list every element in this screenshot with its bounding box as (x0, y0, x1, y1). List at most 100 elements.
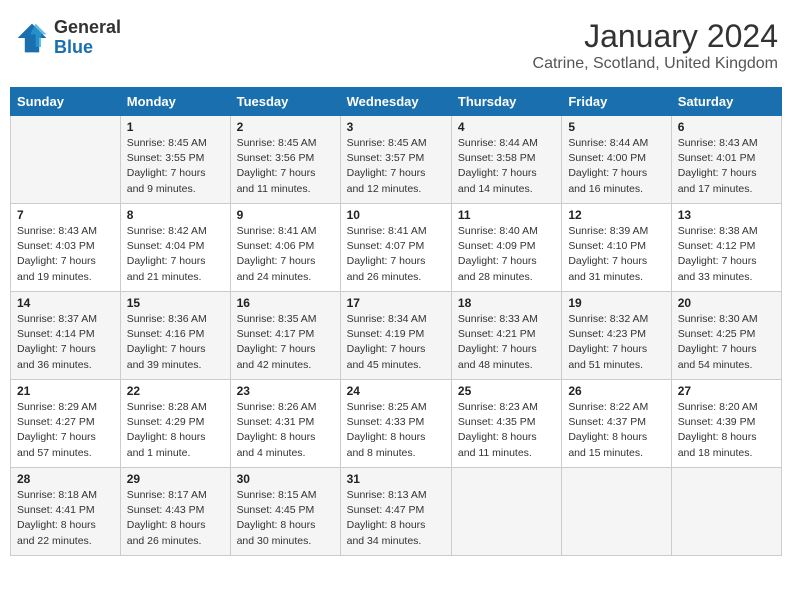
calendar-table: SundayMondayTuesdayWednesdayThursdayFrid… (10, 87, 782, 556)
day-info: Sunrise: 8:29 AMSunset: 4:27 PMDaylight:… (17, 400, 114, 461)
day-info: Sunrise: 8:15 AMSunset: 4:45 PMDaylight:… (237, 488, 334, 549)
day-info: Sunrise: 8:18 AMSunset: 4:41 PMDaylight:… (17, 488, 114, 549)
day-number: 26 (568, 384, 664, 398)
day-number: 3 (347, 120, 445, 134)
day-number: 23 (237, 384, 334, 398)
calendar-cell: 26Sunrise: 8:22 AMSunset: 4:37 PMDayligh… (562, 380, 671, 468)
day-info: Sunrise: 8:35 AMSunset: 4:17 PMDaylight:… (237, 312, 334, 373)
calendar-cell: 17 Sunrise: 8:34 AMSunset: 4:19 PMDayligh… (340, 292, 451, 380)
day-info: Sunrise: 8:20 AMSunset: 4:39 PMDaylight:… (678, 400, 775, 461)
calendar-cell: 16 Sunrise: 8:35 AMSunset: 4:17 PMDayligh… (230, 292, 340, 380)
day-number: 15 (127, 296, 224, 310)
day-info: Sunrise: 8:25 AMSunset: 4:33 PMDaylight:… (347, 400, 445, 461)
day-info: Sunrise: 8:43 AMSunset: 4:01 PMDaylight:… (678, 136, 775, 197)
day-number: 4 (458, 120, 555, 134)
day-info: Sunrise: 8:36 AMSunset: 4:16 PMDaylight:… (127, 312, 224, 373)
day-info: Sunrise: 8:43 AMSunset: 4:03 PMDaylight:… (17, 224, 114, 285)
day-info: Sunrise: 8:41 AMSunset: 4:07 PMDaylight:… (347, 224, 445, 285)
day-number: 22 (127, 384, 224, 398)
title-section: January 2024 Catrine, Scotland, United K… (533, 18, 778, 73)
calendar-cell: 9 Sunrise: 8:41 AMSunset: 4:06 PMDaylight… (230, 204, 340, 292)
day-number: 27 (678, 384, 775, 398)
day-info: Sunrise: 8:34 AMSunset: 4:19 PMDaylight:… (347, 312, 445, 373)
day-info: Sunrise: 8:28 AMSunset: 4:29 PMDaylight:… (127, 400, 224, 461)
day-info: Sunrise: 8:32 AMSunset: 4:23 PMDaylight:… (568, 312, 664, 373)
day-number: 24 (347, 384, 445, 398)
day-number: 10 (347, 208, 445, 222)
calendar-cell: 7 Sunrise: 8:43 AMSunset: 4:03 PMDaylight… (11, 204, 121, 292)
calendar-cell: 24 Sunrise: 8:25 AMSunset: 4:33 PMDayligh… (340, 380, 451, 468)
day-number: 18 (458, 296, 555, 310)
calendar-cell: 27 Sunrise: 8:20 AMSunset: 4:39 PMDayligh… (671, 380, 781, 468)
day-info: Sunrise: 8:39 AMSunset: 4:10 PMDaylight:… (568, 224, 664, 285)
calendar-cell: 20Sunrise: 8:30 AMSunset: 4:25 PMDayligh… (671, 292, 781, 380)
day-number: 12 (568, 208, 664, 222)
calendar-cell: 22 Sunrise: 8:28 AMSunset: 4:29 PMDayligh… (120, 380, 230, 468)
day-info: Sunrise: 8:30 AMSunset: 4:25 PMDaylight:… (678, 312, 775, 373)
calendar-cell: 29Sunrise: 8:17 AMSunset: 4:43 PMDayligh… (120, 468, 230, 556)
calendar-cell (562, 468, 671, 556)
logo-blue-text: Blue (54, 38, 121, 58)
calendar-cell: 30 Sunrise: 8:15 AMSunset: 4:45 PMDayligh… (230, 468, 340, 556)
calendar-cell: 2Sunrise: 8:45 AMSunset: 3:56 PMDaylight… (230, 116, 340, 204)
day-info: Sunrise: 8:42 AMSunset: 4:04 PMDaylight:… (127, 224, 224, 285)
day-number: 17 (347, 296, 445, 310)
day-info: Sunrise: 8:23 AMSunset: 4:35 PMDaylight:… (458, 400, 555, 461)
header-day-saturday: Saturday (671, 88, 781, 116)
day-number: 6 (678, 120, 775, 134)
calendar-cell: 8Sunrise: 8:42 AMSunset: 4:04 PMDaylight… (120, 204, 230, 292)
week-row-4: 21 Sunrise: 8:29 AMSunset: 4:27 PMDayligh… (11, 380, 782, 468)
calendar-cell: 1Sunrise: 8:45 AMSunset: 3:55 PMDaylight… (120, 116, 230, 204)
calendar-cell: 13 Sunrise: 8:38 AMSunset: 4:12 PMDayligh… (671, 204, 781, 292)
logo-text: General Blue (54, 18, 121, 58)
day-number: 13 (678, 208, 775, 222)
day-number: 29 (127, 472, 224, 486)
header-row: SundayMondayTuesdayWednesdayThursdayFrid… (11, 88, 782, 116)
day-number: 16 (237, 296, 334, 310)
page-header: General Blue January 2024 Catrine, Scotl… (10, 10, 782, 81)
header-day-tuesday: Tuesday (230, 88, 340, 116)
logo: General Blue (14, 18, 121, 58)
header-day-sunday: Sunday (11, 88, 121, 116)
calendar-cell: 25 Sunrise: 8:23 AMSunset: 4:35 PMDayligh… (451, 380, 561, 468)
calendar-body: 1Sunrise: 8:45 AMSunset: 3:55 PMDaylight… (11, 116, 782, 556)
week-row-2: 7 Sunrise: 8:43 AMSunset: 4:03 PMDaylight… (11, 204, 782, 292)
day-number: 9 (237, 208, 334, 222)
calendar-cell: 31 Sunrise: 8:13 AMSunset: 4:47 PMDayligh… (340, 468, 451, 556)
week-row-5: 28 Sunrise: 8:18 AMSunset: 4:41 PMDayligh… (11, 468, 782, 556)
day-info: Sunrise: 8:38 AMSunset: 4:12 PMDaylight:… (678, 224, 775, 285)
calendar-cell: 10 Sunrise: 8:41 AMSunset: 4:07 PMDayligh… (340, 204, 451, 292)
calendar-cell: 18 Sunrise: 8:33 AMSunset: 4:21 PMDayligh… (451, 292, 561, 380)
month-title: January 2024 (533, 18, 778, 55)
calendar-cell: 4 Sunrise: 8:44 AMSunset: 3:58 PMDaylight… (451, 116, 561, 204)
calendar-cell: 12 Sunrise: 8:39 AMSunset: 4:10 PMDayligh… (562, 204, 671, 292)
day-number: 19 (568, 296, 664, 310)
header-day-friday: Friday (562, 88, 671, 116)
calendar-cell: 21 Sunrise: 8:29 AMSunset: 4:27 PMDayligh… (11, 380, 121, 468)
header-day-monday: Monday (120, 88, 230, 116)
day-info: Sunrise: 8:41 AMSunset: 4:06 PMDaylight:… (237, 224, 334, 285)
day-number: 7 (17, 208, 114, 222)
day-number: 2 (237, 120, 334, 134)
day-number: 31 (347, 472, 445, 486)
day-number: 21 (17, 384, 114, 398)
day-number: 28 (17, 472, 114, 486)
logo-icon (14, 20, 50, 56)
day-number: 25 (458, 384, 555, 398)
day-info: Sunrise: 8:44 AMSunset: 4:00 PMDaylight:… (568, 136, 664, 197)
calendar-cell: 19 Sunrise: 8:32 AMSunset: 4:23 PMDayligh… (562, 292, 671, 380)
calendar-cell: 3Sunrise: 8:45 AMSunset: 3:57 PMDaylight… (340, 116, 451, 204)
week-row-3: 14Sunrise: 8:37 AMSunset: 4:14 PMDayligh… (11, 292, 782, 380)
day-info: Sunrise: 8:13 AMSunset: 4:47 PMDaylight:… (347, 488, 445, 549)
day-number: 11 (458, 208, 555, 222)
day-info: Sunrise: 8:40 AMSunset: 4:09 PMDaylight:… (458, 224, 555, 285)
week-row-1: 1Sunrise: 8:45 AMSunset: 3:55 PMDaylight… (11, 116, 782, 204)
calendar-cell (11, 116, 121, 204)
calendar-cell: 23Sunrise: 8:26 AMSunset: 4:31 PMDayligh… (230, 380, 340, 468)
day-info: Sunrise: 8:33 AMSunset: 4:21 PMDaylight:… (458, 312, 555, 373)
day-info: Sunrise: 8:44 AMSunset: 3:58 PMDaylight:… (458, 136, 555, 197)
calendar-cell (671, 468, 781, 556)
calendar-cell: 5Sunrise: 8:44 AMSunset: 4:00 PMDaylight… (562, 116, 671, 204)
day-number: 14 (17, 296, 114, 310)
day-number: 30 (237, 472, 334, 486)
